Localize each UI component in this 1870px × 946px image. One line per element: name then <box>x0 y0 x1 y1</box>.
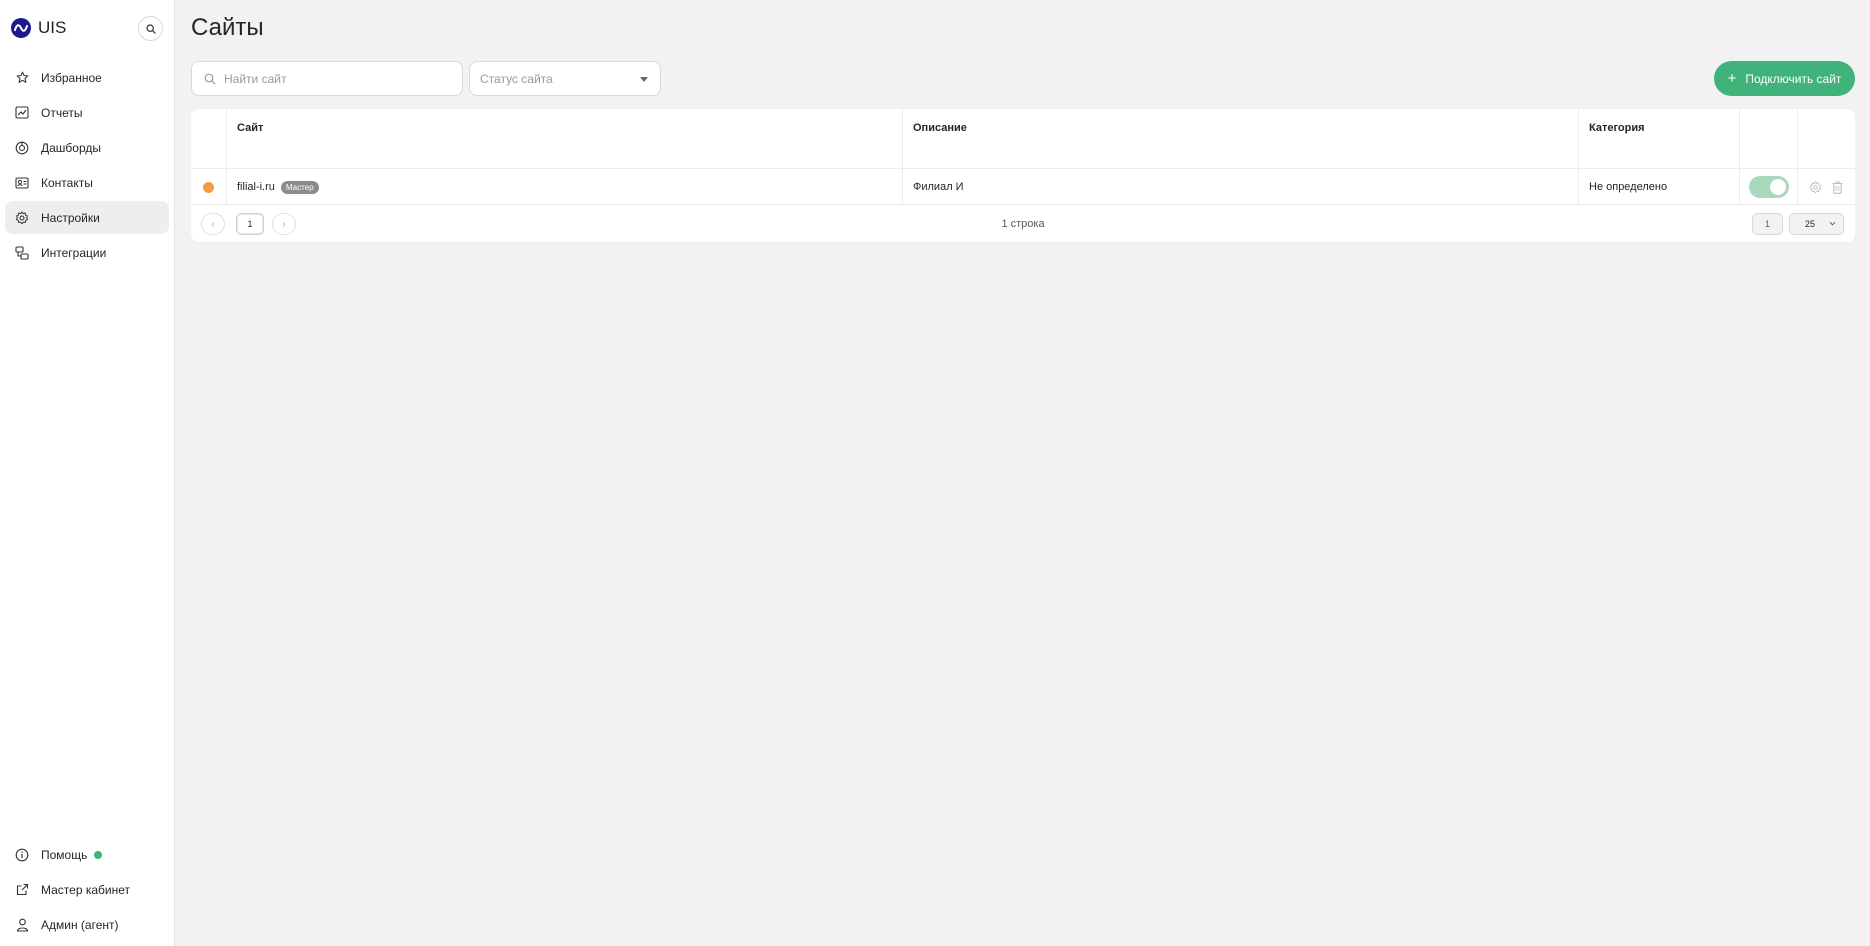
page-number-button[interactable]: 1 <box>236 213 264 235</box>
user-icon <box>14 917 30 933</box>
row-count: 1 строка <box>1001 218 1045 230</box>
trash-icon[interactable] <box>1830 179 1846 195</box>
row-description-cell: Филиал И <box>903 169 1579 205</box>
sidebar-bottom-nav: Помощь Мастер кабинет Админ (агент) <box>5 838 169 943</box>
site-enabled-toggle[interactable] <box>1748 176 1789 198</box>
row-status-cell <box>191 169 227 205</box>
prev-page-button[interactable]: ‹ <box>201 213 225 235</box>
sites-table: Сайт Описание Категория filial-i.ru Маст… <box>191 109 1855 242</box>
sidebar-item-label: Избранное <box>41 70 102 85</box>
page-jump-input[interactable]: 1 <box>1752 213 1783 235</box>
star-icon <box>14 70 30 86</box>
table-footer: 1 строка ‹ 1 › 1 25 <box>191 205 1855 242</box>
caret-down-icon <box>640 77 648 82</box>
integrations-icon <box>14 245 30 261</box>
sidebar-item-favorites[interactable]: Избранное <box>5 61 169 94</box>
column-header-category[interactable]: Категория <box>1579 109 1740 169</box>
uis-logo-icon <box>11 18 31 38</box>
row-toggle-cell <box>1740 169 1798 205</box>
page-title: Сайты <box>191 14 264 41</box>
sidebar-item-label: Интеграции <box>41 245 107 260</box>
brand-name: UIS <box>38 18 67 37</box>
status-dot <box>203 181 214 193</box>
search-icon <box>145 23 156 34</box>
row-actions-cell <box>1798 169 1855 205</box>
column-header-status <box>191 109 227 169</box>
page-size-value: 25 <box>1805 219 1816 229</box>
connect-site-label: Подключить сайт <box>1745 71 1842 86</box>
sidebar-item-reports[interactable]: Отчеты <box>5 96 169 129</box>
dashboard-icon <box>14 140 30 156</box>
search-icon <box>204 73 216 85</box>
sidebar-item-label: Админ (агент) <box>41 917 119 932</box>
reports-icon <box>14 105 30 121</box>
sidebar-item-master-cabinet[interactable]: Мастер кабинет <box>5 873 169 906</box>
sidebar-item-account[interactable]: Админ (агент) <box>5 908 169 941</box>
sidebar-item-label: Помощь <box>41 847 88 862</box>
row-category-cell: Не определено <box>1579 169 1740 205</box>
external-link-icon <box>14 882 30 898</box>
site-search-input[interactable] <box>224 71 444 86</box>
connect-site-button[interactable]: + Подключить сайт <box>1714 61 1855 96</box>
chevron-down-icon <box>1829 219 1836 229</box>
gear-icon[interactable] <box>1808 179 1824 195</box>
toggle-knob <box>1769 179 1786 195</box>
master-badge: Мастер <box>280 180 319 194</box>
column-header-site[interactable]: Сайт <box>227 109 903 169</box>
contacts-icon <box>14 175 30 191</box>
help-status-dot <box>94 850 103 859</box>
sidebar-search-button[interactable] <box>138 16 163 41</box>
table-row[interactable]: filial-i.ru Мастер Филиал И Не определен… <box>191 169 1855 205</box>
column-header-toggle <box>1740 109 1798 169</box>
site-name[interactable]: filial-i.ru <box>237 181 275 193</box>
site-search[interactable] <box>191 61 463 96</box>
info-icon <box>14 847 30 863</box>
chevron-right-icon: › <box>282 218 286 230</box>
sidebar-item-contacts[interactable]: Контакты <box>5 166 169 199</box>
sidebar-item-label: Отчеты <box>41 105 83 120</box>
column-header-actions <box>1798 109 1855 169</box>
sidebar-nav: Избранное Отчеты Дашборды Контакты Настр… <box>5 61 169 271</box>
sidebar-item-dashboards[interactable]: Дашборды <box>5 131 169 164</box>
sidebar: UIS Избранное Отчеты Дашборды Контакты Н… <box>0 0 175 946</box>
sidebar-item-help[interactable]: Помощь <box>5 838 169 871</box>
brand[interactable]: UIS <box>11 17 66 39</box>
sidebar-item-label: Мастер кабинет <box>41 882 131 897</box>
sidebar-item-label: Дашборды <box>41 140 101 155</box>
table-header: Сайт Описание Категория <box>191 109 1855 169</box>
sidebar-item-label: Настройки <box>41 210 100 225</box>
sidebar-item-label: Контакты <box>41 175 93 190</box>
sidebar-item-integrations[interactable]: Интеграции <box>5 236 169 269</box>
plus-icon: + <box>1727 70 1737 87</box>
gear-icon <box>14 210 30 226</box>
site-status-select[interactable]: Статус сайта <box>469 61 661 96</box>
row-site-cell[interactable]: filial-i.ru Мастер <box>227 169 903 205</box>
column-header-description[interactable]: Описание <box>903 109 1579 169</box>
next-page-button[interactable]: › <box>272 213 296 235</box>
sidebar-item-settings[interactable]: Настройки <box>5 201 169 234</box>
chevron-left-icon: ‹ <box>211 218 215 230</box>
page-size-select[interactable]: 25 <box>1789 213 1844 235</box>
site-status-placeholder: Статус сайта <box>480 71 553 86</box>
